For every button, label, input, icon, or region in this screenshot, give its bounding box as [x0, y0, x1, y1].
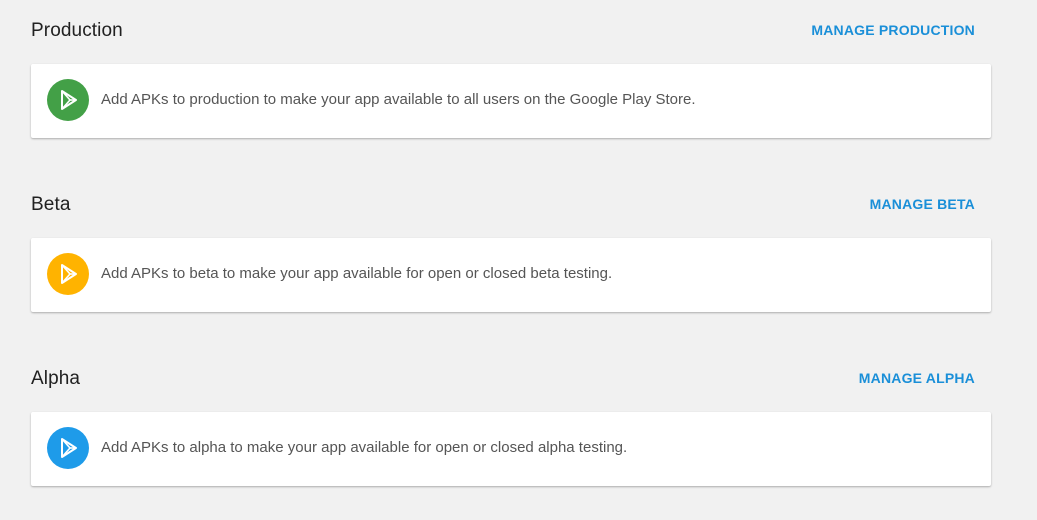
beta-message: Add APKs to beta to make your app availa… [101, 265, 613, 282]
beta-section: Beta MANAGE BETA Add APKs to beta to mak… [31, 190, 991, 312]
production-section: Production MANAGE PRODUCTION Add APKs to… [31, 16, 991, 138]
play-store-icon [47, 427, 89, 469]
manage-alpha-button[interactable]: MANAGE ALPHA [859, 370, 975, 386]
alpha-card: Add APKs to alpha to make your app avail… [31, 412, 991, 486]
manage-beta-button[interactable]: MANAGE BETA [870, 196, 975, 212]
production-title: Production [31, 20, 123, 41]
alpha-section: Alpha MANAGE ALPHA Add APKs to alpha to … [31, 364, 991, 486]
play-store-icon [47, 253, 89, 295]
beta-card: Add APKs to beta to make your app availa… [31, 238, 991, 312]
alpha-title: Alpha [31, 368, 81, 389]
production-header: Production MANAGE PRODUCTION [31, 16, 991, 56]
alpha-header: Alpha MANAGE ALPHA [31, 364, 991, 404]
production-message: Add APKs to production to make your app … [101, 91, 696, 108]
manage-production-button[interactable]: MANAGE PRODUCTION [811, 22, 975, 38]
production-card: Add APKs to production to make your app … [31, 64, 991, 138]
beta-title: Beta [31, 194, 71, 215]
play-store-icon [47, 79, 89, 121]
alpha-message: Add APKs to alpha to make your app avail… [101, 439, 628, 456]
beta-header: Beta MANAGE BETA [31, 190, 991, 230]
